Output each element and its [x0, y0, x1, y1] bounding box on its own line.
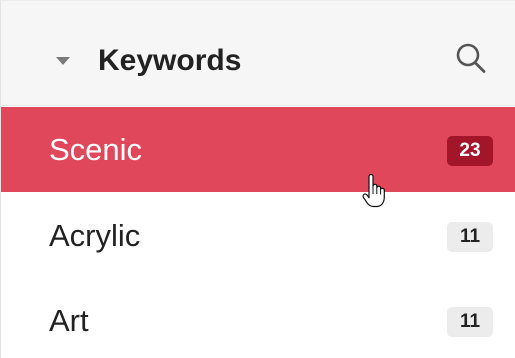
keyword-item-acrylic[interactable]: Acrylic 11	[1, 193, 515, 278]
keywords-header[interactable]: Keywords	[1, 1, 515, 106]
keyword-label: Art	[49, 303, 89, 338]
hand-pointer-cursor-icon	[362, 173, 386, 208]
keyword-item-art[interactable]: Art 11	[1, 278, 515, 358]
count-badge: 11	[447, 222, 493, 252]
keywords-panel: Keywords Scenic 23 Acrylic 11 Art 11	[0, 0, 515, 358]
keyword-label: Acrylic	[49, 218, 141, 253]
keyword-label: Scenic	[49, 132, 143, 167]
count-badge: 23	[447, 136, 493, 166]
keywords-title: Keywords	[98, 44, 242, 77]
count-badge: 11	[447, 307, 493, 337]
keyword-item-scenic[interactable]: Scenic 23	[1, 107, 515, 192]
search-icon[interactable]	[449, 37, 493, 81]
caret-down-icon[interactable]	[56, 57, 70, 65]
